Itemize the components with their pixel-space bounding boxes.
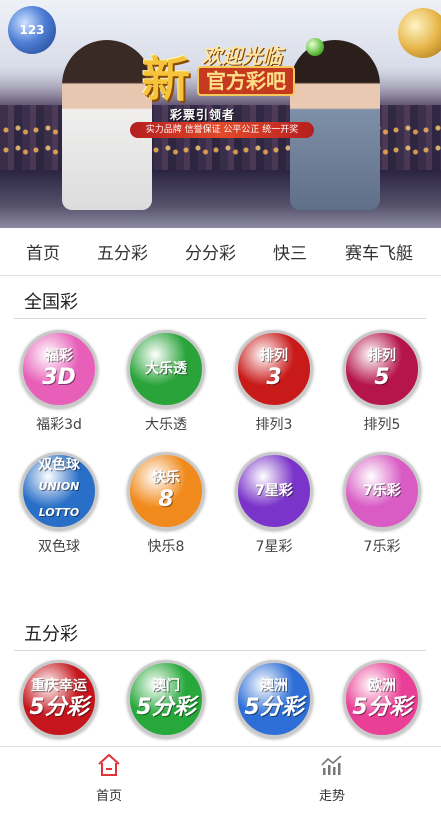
lottery-logo-icon: 澳洲 5分彩	[235, 660, 313, 738]
nav-item-1min[interactable]: 分分彩	[185, 239, 236, 264]
lottery-tile-label: 排列3	[255, 417, 293, 433]
lottery-logo-text: 排列	[260, 348, 288, 364]
lottery-tile[interactable]: 大乐透 大乐透	[114, 330, 218, 442]
lottery-tile[interactable]: 排列 3 排列3	[222, 330, 326, 442]
bottom-tab-bar: 首页 走势	[0, 746, 441, 813]
lottery-tile[interactable]: 双色球 UNION LOTTO 双色球	[7, 452, 111, 564]
lottery-logo-text: 双色球	[38, 457, 80, 473]
lottery-logo-number: 5分彩	[29, 695, 89, 720]
nav-item-5min[interactable]: 五分彩	[97, 239, 148, 264]
lottery-tile-label: 快乐8	[147, 539, 185, 555]
lottery-logo-number: 5分彩	[352, 695, 412, 720]
lottery-logo-number: 8	[158, 487, 174, 512]
lottery-tile-label: 双色球	[38, 539, 80, 555]
lottery-logo-text: 7乐彩	[363, 483, 401, 499]
tab-trend-label: 走势	[318, 789, 345, 804]
lottery-logo-number: 3	[266, 365, 282, 390]
section-title-5min: 五分彩	[24, 624, 78, 645]
lottery-logo-text: 快乐	[152, 470, 180, 486]
category-nav: 首页 五分彩 分分彩 快三 赛车飞艇	[0, 228, 441, 276]
lottery-logo-number: 5分彩	[244, 695, 304, 720]
lottery-logo-icon: 双色球 UNION LOTTO	[20, 452, 98, 530]
banner-title-sub: 官方彩吧	[197, 66, 295, 96]
lottery-logo-text: 福彩	[45, 348, 73, 364]
tab-home-label: 首页	[95, 789, 122, 804]
section-title-national: 全国彩	[24, 292, 78, 313]
lottery-logo-text: 大乐透	[145, 361, 187, 377]
banner-slogan: 彩票引领者	[170, 108, 236, 122]
nav-item-home[interactable]: 首页	[26, 239, 60, 264]
lottery-ball-icon	[398, 8, 441, 58]
lottery-logo-number: 3D	[42, 365, 76, 390]
lottery-tile[interactable]: 7乐彩 7乐彩	[330, 452, 434, 564]
lottery-logo-icon: 排列 3	[235, 330, 313, 408]
lottery-logo-text: 澳门	[152, 678, 180, 694]
lottery-logo-text: 7星彩	[255, 483, 293, 499]
tab-trend[interactable]: 走势	[287, 753, 377, 804]
section-divider	[14, 650, 426, 651]
banner-title-welcome: 欢迎光临	[202, 44, 282, 68]
lottery-tile-label: 福彩3d	[36, 417, 82, 433]
lottery-logo-icon: 排列 5	[343, 330, 421, 408]
lottery-logo-icon: 重庆幸运 5分彩	[20, 660, 98, 738]
tab-home[interactable]: 首页	[64, 753, 154, 804]
home-icon	[98, 753, 120, 776]
lottery-tile-label: 排列5	[363, 417, 401, 433]
lottery-tile[interactable]: 7星彩 7星彩	[222, 452, 326, 564]
lottery-logo-number: 5	[374, 365, 390, 390]
lottery-ball-icon	[306, 38, 324, 56]
lottery-logo-icon: 澳门 5分彩	[127, 660, 205, 738]
lottery-logo-icon: 大乐透	[127, 330, 205, 408]
lottery-tile[interactable]: 快乐 8 快乐8	[114, 452, 218, 564]
trend-chart-icon	[321, 755, 342, 775]
lottery-logo-text: 重庆幸运	[31, 678, 87, 694]
lottery-logo-icon: 7星彩	[235, 452, 313, 530]
nav-item-racing[interactable]: 赛车飞艇	[345, 239, 413, 264]
banner-title-big: 新	[142, 52, 191, 108]
lottery-tile[interactable]: 排列 5 排列5	[330, 330, 434, 442]
lottery-tile-label: 7乐彩	[363, 539, 401, 555]
lottery-tile-label: 7星彩	[255, 539, 293, 555]
lottery-logo-number: UNION LOTTO	[38, 480, 80, 519]
lottery-logo-icon: 欧洲 5分彩	[343, 660, 421, 738]
lottery-logo-icon: 福彩 3D	[20, 330, 98, 408]
promo-banner[interactable]: 123 新 欢迎光临 官方彩吧 彩票引领者 实力品牌 信誉保证 公平公正 统一开…	[0, 0, 441, 228]
lottery-tile[interactable]: 福彩 3D 福彩3d	[7, 330, 111, 442]
lottery-logo-text: 澳洲	[260, 678, 288, 694]
section-divider	[14, 318, 426, 319]
lottery-logo-text: 排列	[368, 348, 396, 364]
lottery-tile-label: 大乐透	[145, 417, 187, 433]
lottery-logo-number: 5分彩	[136, 695, 196, 720]
lottery-logo-icon: 7乐彩	[343, 452, 421, 530]
nav-item-k3[interactable]: 快三	[273, 239, 307, 264]
lottery-logo-icon: 快乐 8	[127, 452, 205, 530]
lottery-ball-icon: 123	[8, 6, 56, 54]
banner-slogan-ribbon: 实力品牌 信誉保证 公平公正 统一开奖	[130, 122, 314, 138]
lottery-logo-text: 欧洲	[368, 678, 396, 694]
